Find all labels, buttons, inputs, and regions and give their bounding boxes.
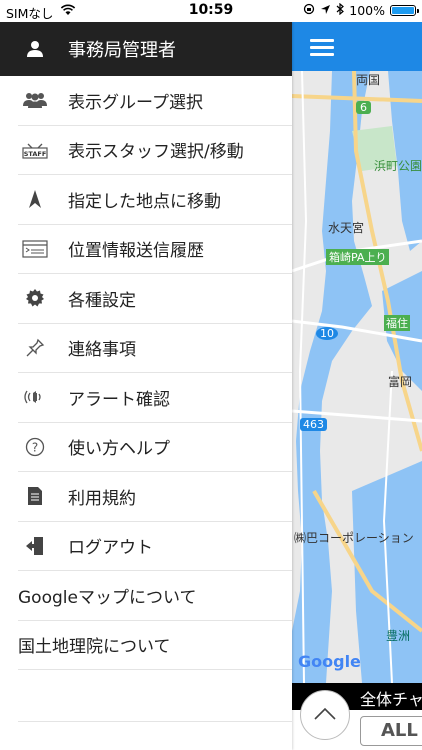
menu-label: アラート確認 [68,389,170,410]
menu-label: 連絡事項 [68,340,136,361]
menu-label: 指定した地点に移動 [68,191,221,212]
all-button[interactable]: ALL [360,716,422,746]
map-label-company: ㈱巴コーポレーション [294,531,414,545]
hamburger-menu-icon[interactable] [310,39,334,60]
route-badge-6: 6 [356,101,371,114]
gear-icon [18,288,52,308]
bluetooth-icon [336,2,345,18]
menu-label: 表示スタッフ選択/移動 [68,142,244,163]
menu-item-settings[interactable]: 各種設定 [18,274,292,324]
menu-item-move-to-point[interactable]: 指定した地点に移動 [18,175,292,225]
chevron-up-icon [313,706,337,725]
map-label-toyosu: 豊洲 [386,629,411,643]
menu-item-staff-select[interactable]: STAFF 表示スタッフ選択/移動 [18,126,292,175]
history-list-icon [18,240,52,258]
map-label-suitengu: 水天宮 [328,221,365,235]
menu-item-about-gsi[interactable]: 国土地理院について [18,621,292,670]
staff-icon: STAFF [18,141,52,159]
document-icon [18,486,52,506]
google-logo: Google [298,652,361,671]
user-role-label: 事務局管理者 [68,40,176,61]
rotation-lock-icon [303,3,315,18]
menu-item-help[interactable]: ? 使い方ヘルプ [18,423,292,472]
svg-text:?: ? [32,440,38,454]
map-view[interactable]: 両国 6 浜町公園 水天宮 箱崎PA上り 10 福住 富岡 463 ㈱巴コーポレ… [292,71,422,683]
navigation-arrow-icon [18,189,52,209]
logout-icon [18,536,52,556]
menu-item-location-history[interactable]: 位置情報送信履歴 [18,225,292,274]
map-label-ryogoku: 両国 [356,73,381,87]
battery-percent: 100% [349,3,385,18]
person-icon [18,40,52,58]
google-logo-text: Google [298,652,361,671]
menu-item-terms[interactable]: 利用規約 [18,472,292,522]
map-label-hamacho: 浜町公園 [374,159,422,173]
map-label-fukuzumi: 福住 [384,315,410,331]
route-badge-463: 463 [300,418,327,431]
channel-label: 全体チャ [360,690,422,709]
location-arrow-icon [320,3,331,18]
divider [18,721,292,722]
staff-icon-text: STAFF [24,150,47,158]
menu-item-about-google-maps[interactable]: Googleマップについて [18,571,292,621]
menu-item-alert-check[interactable]: アラート確認 [18,373,292,423]
drawer-header[interactable]: 事務局管理者 [0,22,292,76]
bottom-bar: 全体チャ ALL [292,683,422,750]
menu-label: 表示グループ選択 [68,92,203,113]
group-icon [18,91,52,109]
map-label-tomioka: 富岡 [388,375,413,389]
menu-label: 使い方ヘルプ [68,439,170,460]
menu-label: 利用規約 [68,488,136,509]
status-bar: SIMなし 10:59 100% [0,0,422,22]
route-badge-10: 10 [316,327,338,340]
scroll-up-button[interactable] [300,690,350,740]
menu-item-notices[interactable]: 連絡事項 [18,324,292,373]
map-label-hakozaki: 箱崎PA上り [326,249,390,265]
menu-label: 位置情報送信履歴 [68,241,204,262]
help-icon: ? [18,437,52,457]
menu-item-group-select[interactable]: 表示グループ選択 [18,76,292,126]
menu-label: 各種設定 [68,290,136,311]
alert-sound-icon [18,388,52,406]
pin-icon [18,338,52,358]
menu-item-logout[interactable]: ログアウト [18,522,292,571]
app-top-bar [292,22,422,71]
battery-icon [390,5,419,16]
side-drawer: 事務局管理者 表示グループ選択 STAFF 表示スタッフ選択/移動 指定した地点… [0,22,292,750]
menu-label: ログアウト [68,538,153,559]
